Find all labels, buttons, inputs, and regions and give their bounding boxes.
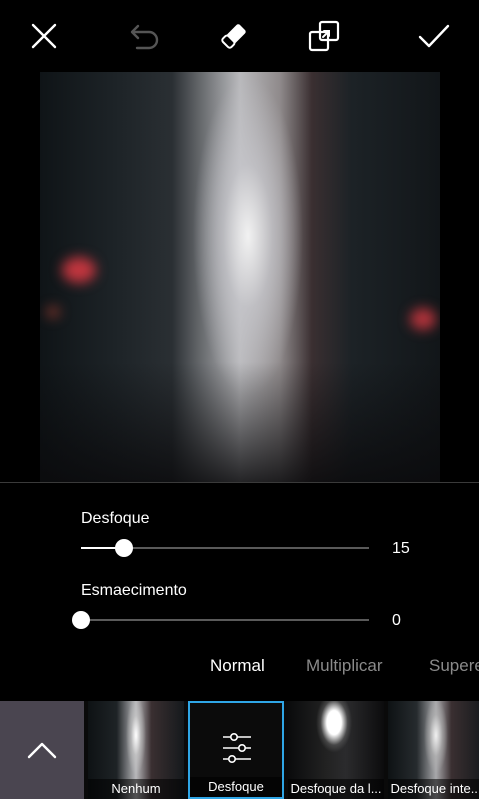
fade-slider[interactable] xyxy=(72,611,369,629)
effect-label: Desfoque inte... xyxy=(388,779,479,799)
blur-value: 15 xyxy=(392,540,410,557)
effect-thumb-lens-blur[interactable]: Desfoque da l... xyxy=(288,701,384,799)
blur-label: Desfoque xyxy=(81,510,150,527)
sliders-icon xyxy=(223,732,251,763)
blend-tab-multiply[interactable]: Multiplicar xyxy=(306,656,383,676)
photo-canvas[interactable] xyxy=(40,72,440,482)
checkmark-icon[interactable] xyxy=(414,16,454,56)
fade-slider-thumb[interactable] xyxy=(72,611,90,629)
top-toolbar xyxy=(0,0,479,72)
effects-strip: Nenhum Desfoque Desfoque da l... Desfoqu… xyxy=(0,701,479,799)
eraser-icon[interactable] xyxy=(214,16,254,56)
effect-thumb-none[interactable]: Nenhum xyxy=(88,701,184,799)
expand-button[interactable] xyxy=(0,701,84,799)
effect-thumb-smart-blur[interactable]: Desfoque inte... xyxy=(388,701,479,799)
blur-slider[interactable] xyxy=(81,539,369,557)
effect-label: Nenhum xyxy=(88,779,184,799)
chevron-up-icon xyxy=(27,742,57,759)
blend-tab-overlay[interactable]: Supere xyxy=(429,656,479,676)
blend-mode-tabs: Normal Multiplicar Supere xyxy=(0,656,479,682)
fade-label: Esmaecimento xyxy=(81,582,187,599)
close-icon[interactable] xyxy=(24,16,64,56)
effect-thumb-blur[interactable]: Desfoque xyxy=(188,701,284,799)
blend-tab-normal[interactable]: Normal xyxy=(210,656,265,676)
fade-value: 0 xyxy=(392,612,401,629)
undo-icon[interactable] xyxy=(124,16,164,56)
compare-icon[interactable] xyxy=(304,16,344,56)
blur-slider-thumb[interactable] xyxy=(115,539,134,557)
effect-label: Desfoque da l... xyxy=(288,779,384,799)
effect-label: Desfoque xyxy=(190,777,282,797)
divider xyxy=(0,482,479,483)
